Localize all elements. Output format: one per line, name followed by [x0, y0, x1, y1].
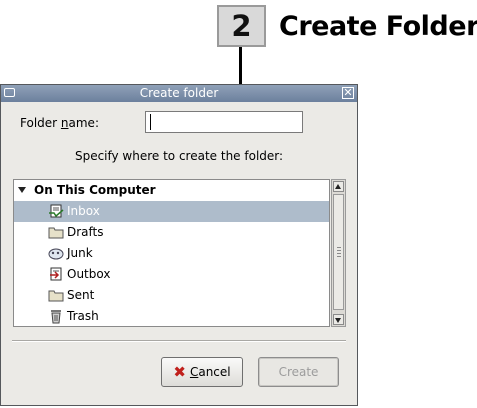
inbox-icon — [49, 204, 64, 218]
tree-item-inbox[interactable]: Inbox — [14, 201, 329, 222]
tree-scrollbar[interactable] — [331, 179, 346, 327]
button-separator — [12, 340, 346, 342]
folder-name-label: Folder name: — [20, 116, 99, 130]
tree-item-junk[interactable]: Junk — [14, 243, 329, 264]
tree-item-label: Inbox — [67, 204, 100, 218]
step-title: Create Folder — [279, 11, 477, 42]
tree-item-label: Sent — [67, 288, 95, 302]
folder-tree[interactable]: On This Computer Inbox Drafts Junk Outbo… — [13, 179, 330, 327]
outbox-icon — [50, 267, 62, 281]
folder-icon — [48, 290, 64, 302]
tree-item-outbox[interactable]: Outbox — [14, 264, 329, 285]
tree-item-label: Outbox — [67, 267, 111, 281]
expander-arrow-icon[interactable] — [18, 187, 26, 193]
cancel-button[interactable]: ✖ Cancel — [161, 357, 243, 387]
window-menu-icon[interactable] — [4, 88, 15, 97]
cancel-x-icon: ✖ — [173, 362, 186, 381]
close-icon[interactable]: ✕ — [342, 87, 354, 99]
junk-icon — [48, 248, 64, 260]
window-title: Create folder — [139, 86, 219, 100]
tree-item-label: Drafts — [67, 225, 104, 239]
tree-item-drafts[interactable]: Drafts — [14, 222, 329, 243]
trash-icon — [51, 310, 61, 324]
titlebar[interactable]: Create folder ✕ — [1, 85, 357, 102]
scrollbar-thumb[interactable] — [333, 194, 344, 310]
tree-item-trash[interactable]: Trash — [14, 306, 329, 326]
cancel-button-label: Cancel — [189, 365, 231, 379]
specify-location-text: Specify where to create the folder: — [74, 149, 284, 163]
tree-item-label: Junk — [67, 246, 93, 260]
folder-name-input[interactable] — [145, 111, 303, 133]
text-caret — [150, 114, 151, 130]
scroll-up-arrow-icon[interactable] — [333, 181, 344, 192]
tree-item-sent[interactable]: Sent — [14, 285, 329, 306]
tree-root-row[interactable]: On This Computer — [14, 180, 329, 201]
folder-icon — [48, 227, 64, 239]
tree-item-label: Trash — [67, 309, 99, 323]
step-number-badge: 2 — [217, 5, 266, 47]
tree-root-label: On This Computer — [34, 183, 156, 197]
grip-icon — [337, 247, 341, 257]
create-button-label: Create — [278, 365, 319, 379]
create-button[interactable]: Create — [258, 357, 339, 387]
scroll-down-arrow-icon[interactable] — [333, 314, 344, 325]
